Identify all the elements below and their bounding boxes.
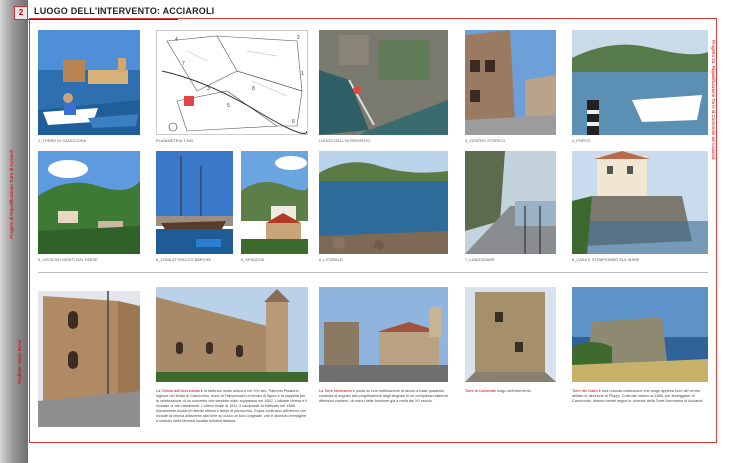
caption-4: 3_CENTRO STORICO: [465, 139, 506, 143]
caption-6: 5_VISTA DEI MONTI DAL PAESE: [38, 258, 98, 262]
text-torre-normanna: La Torre Normanna è posta su una fortifi…: [319, 389, 448, 404]
text-chiesa-annunziata: La Chiesa dell'Annunziata è la fabbrica …: [156, 389, 308, 424]
photo-spiaggia: [241, 151, 308, 254]
photo-torre-cantonale: [465, 287, 556, 382]
site-plan-drawing: 4 3 2 1 7 8 5 6: [156, 30, 308, 135]
text-torre-caleo-title: Torre del Caleo: [572, 389, 598, 393]
photo-porto: [572, 30, 708, 135]
map-label-2: 2: [297, 35, 300, 41]
photo-chiesa-annunziata-front: [156, 287, 308, 382]
text-torre-cantonale-body: luogo dell'intervento: [496, 389, 531, 393]
photo-chiesa-annunziata-side: [38, 291, 140, 427]
text-torre-caleo: Torre del Caleo è una robusta costruzion…: [572, 389, 708, 404]
photo-torre-canocchia: [38, 30, 140, 135]
photo-litorale: [319, 151, 448, 254]
text-torre-normanna-title: La Torre Normanna: [319, 389, 352, 393]
caption-3: LUOGO DELL'INTERVENTO: [319, 139, 371, 143]
photo-casa-strapiombo: [572, 151, 708, 254]
text-chiesa-annunziata-title: La Chiesa dell'Annunziata: [156, 389, 200, 393]
caption-7: 6_ZONA ATTRACCO BARCHE: [156, 258, 212, 262]
map-label-3: 3: [207, 86, 210, 92]
photo-attracco-barche: [156, 151, 233, 254]
section-divider: [38, 272, 708, 273]
text-torre-cantonale: Torre di Cantonale luogo dell'intervento: [465, 389, 556, 394]
aerial-photo: [319, 30, 448, 135]
caption-9: 6_LITORALE: [319, 258, 343, 262]
page-title: LUOGO DELL'INTERVENTO: ACCIAROLI: [34, 6, 215, 16]
side-vertical-text: Progetto 2a: Riqualificazione Torre di C…: [711, 40, 716, 160]
photo-torre-caleo: [572, 287, 708, 382]
photo-lungomare: [465, 151, 556, 254]
photo-torre-normanna: [319, 287, 448, 382]
map-label-8: 8: [252, 86, 255, 92]
map-label-7: 7: [182, 61, 185, 67]
caption-8: 6_SPIAGGIA: [241, 258, 265, 262]
caption-5: 4_PORTO: [572, 139, 591, 143]
photo-centro-storico: [465, 30, 556, 135]
text-torre-cantonale-title: Torre di Cantonale: [465, 389, 497, 393]
map-label-6: 6: [292, 119, 295, 125]
photo-vista-monti: [38, 151, 140, 254]
page-number: 2: [14, 6, 28, 20]
map-label-4: 4: [175, 37, 178, 43]
map-label-1: 1: [301, 71, 304, 77]
caption-1: 1_TORRE DI CANOCCHIA: [38, 139, 87, 143]
caption-2: PLANIMETRIA 1:500: [156, 139, 194, 143]
map-label-5: 5: [227, 103, 230, 109]
text-chiesa-annunziata-body: è la fabbrica molto antica e nel XVI sec…: [156, 389, 308, 423]
caption-10: 7_LUNGOMARE: [465, 258, 495, 262]
caption-11: 8_CASA E STRAPIOMBO SUL MARE: [572, 258, 640, 262]
spine-project-text: Progetto di Riqualificazione Torre di Ac…: [9, 150, 14, 239]
